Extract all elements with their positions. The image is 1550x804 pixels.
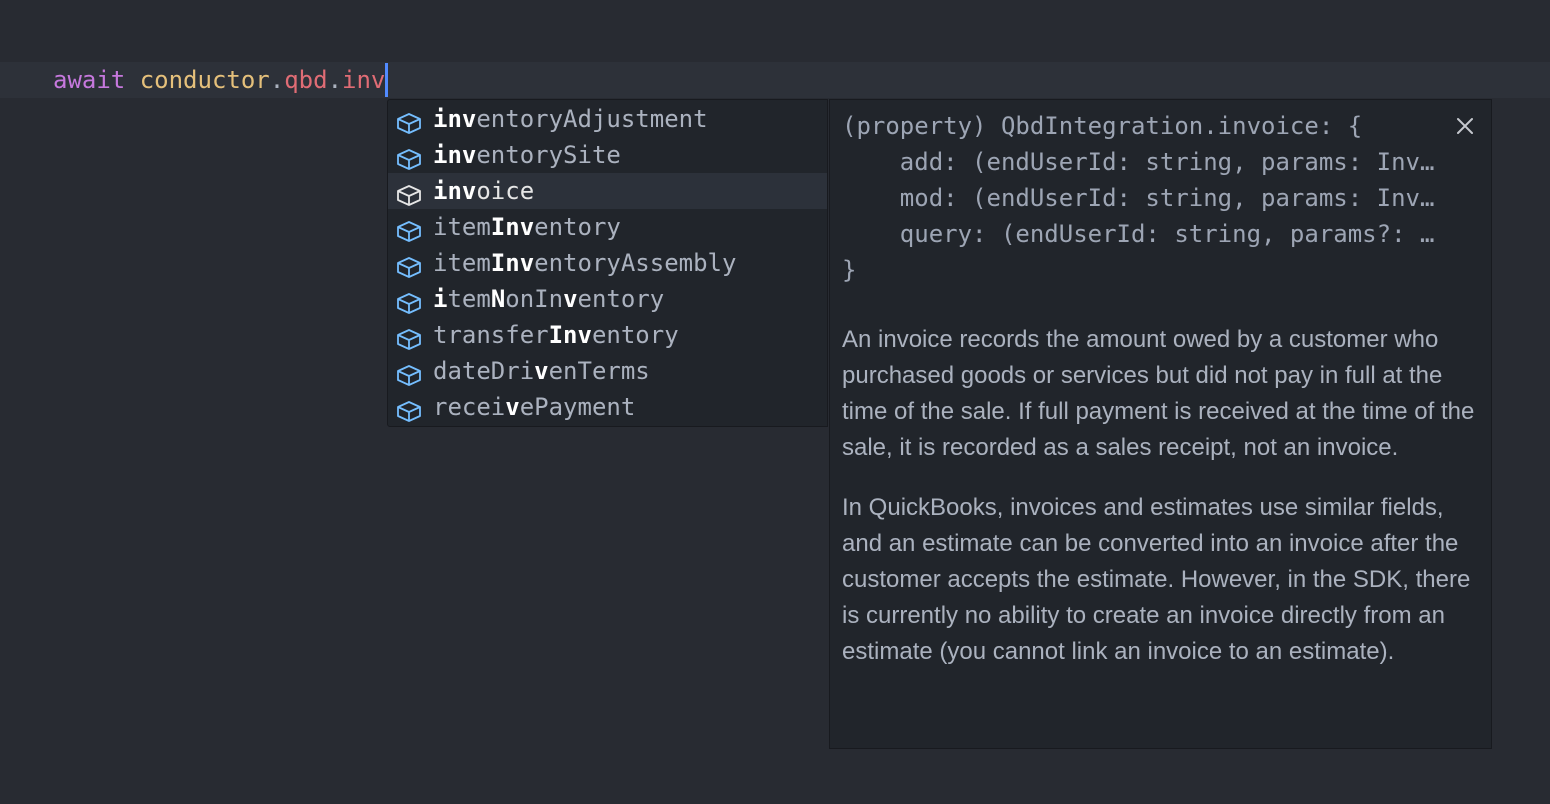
property-cube-icon bbox=[395, 288, 423, 314]
suggestion-label: itemNonInventory bbox=[433, 281, 664, 317]
suggestion-item[interactable]: itemInventoryAssembly bbox=[388, 245, 827, 281]
label-text: ePayment bbox=[519, 393, 636, 421]
keyword-token: await bbox=[53, 66, 126, 94]
label-text: entorySite bbox=[476, 141, 621, 169]
match-highlight: v bbox=[563, 285, 578, 313]
suggestion-item[interactable]: receivePayment bbox=[388, 389, 827, 425]
signature-line: add: (endUserId: string, params: Inv… bbox=[842, 148, 1435, 176]
suggestion-label: receivePayment bbox=[433, 389, 635, 425]
property-cube-icon bbox=[395, 216, 423, 242]
label-text: transfer bbox=[433, 321, 549, 349]
property-cube-icon bbox=[395, 324, 423, 350]
signature-line: (property) QbdIntegration.invoice: { bbox=[842, 112, 1363, 140]
close-icon[interactable] bbox=[1453, 114, 1477, 138]
dot-token: . bbox=[269, 66, 285, 94]
suggestion-label: inventoryAdjustment bbox=[433, 101, 708, 137]
label-text: item bbox=[433, 213, 491, 241]
property-cube-icon bbox=[395, 396, 423, 422]
match-highlight: inv bbox=[433, 141, 477, 169]
dot-token: . bbox=[327, 66, 343, 94]
match-highlight: N bbox=[490, 285, 506, 313]
suggestion-item[interactable]: transferInventory bbox=[388, 317, 827, 353]
suggestion-item[interactable]: dateDrivenTerms bbox=[388, 353, 827, 389]
code-line[interactable]: await conductor.qbd.inv bbox=[53, 62, 389, 98]
suggestion-item[interactable]: invoice bbox=[388, 173, 827, 209]
suggest-details-panel: (property) QbdIntegration.invoice: { add… bbox=[829, 99, 1492, 749]
label-text: item bbox=[433, 249, 491, 277]
suggestion-item[interactable]: itemInventory bbox=[388, 209, 827, 245]
suggestion-label: transferInventory bbox=[433, 317, 679, 353]
label-text: recei bbox=[433, 393, 506, 421]
signature-block: (property) QbdIntegration.invoice: { add… bbox=[842, 108, 1434, 288]
match-highlight: inv bbox=[433, 177, 477, 205]
label-text: entoryAdjustment bbox=[476, 105, 708, 133]
variable-token: conductor bbox=[139, 66, 270, 94]
property-cube-icon bbox=[395, 180, 423, 206]
doc-paragraph: In QuickBooks, invoices and estimates us… bbox=[842, 494, 1471, 665]
match-highlight: v bbox=[534, 357, 549, 385]
label-text: entory bbox=[577, 285, 665, 313]
property-cube-icon bbox=[395, 360, 423, 386]
label-text: tem bbox=[447, 285, 491, 313]
label-text: entory bbox=[591, 321, 679, 349]
signature-line: mod: (endUserId: string, params: Inv… bbox=[842, 184, 1435, 212]
signature-line: query: (endUserId: string, params?: … bbox=[842, 220, 1435, 248]
code-editor[interactable]: await conductor.qbd.inv inventoryAdjustm… bbox=[0, 0, 1550, 804]
suggestion-label: invoice bbox=[433, 173, 534, 209]
doc-paragraph: An invoice records the amount owed by a … bbox=[842, 326, 1475, 461]
property-cube-icon bbox=[395, 144, 423, 170]
match-highlight: Inv bbox=[548, 321, 592, 349]
suggestion-label: dateDrivenTerms bbox=[433, 353, 650, 389]
property-cube-icon bbox=[395, 252, 423, 278]
suggestion-label: itemInventory bbox=[433, 209, 621, 245]
label-text: entory bbox=[534, 213, 621, 241]
suggestion-item[interactable]: inventorySite bbox=[388, 137, 827, 173]
label-text: onIn bbox=[505, 285, 564, 313]
match-highlight: Inv bbox=[490, 249, 535, 277]
label-text: oice bbox=[476, 177, 535, 205]
typed-text: inv bbox=[342, 66, 386, 94]
match-highlight: i bbox=[433, 285, 448, 313]
match-highlight: v bbox=[505, 393, 520, 421]
property-cube-icon bbox=[395, 108, 423, 134]
label-text: enTerms bbox=[548, 357, 650, 385]
signature-line: } bbox=[842, 256, 857, 284]
match-highlight: inv bbox=[433, 105, 477, 133]
label-text: dateDri bbox=[433, 357, 535, 385]
text-cursor bbox=[385, 63, 389, 97]
suggestion-label: itemInventoryAssembly bbox=[433, 245, 736, 281]
suggestion-item[interactable]: inventoryAdjustment bbox=[388, 101, 827, 137]
suggestion-label: inventorySite bbox=[433, 137, 621, 173]
documentation-text: An invoice records the amount owed by a … bbox=[842, 322, 1482, 670]
label-text: entoryAssembly bbox=[534, 249, 737, 277]
suggest-widget[interactable]: inventoryAdjustment inventorySite invoice i… bbox=[387, 99, 828, 427]
match-highlight: Inv bbox=[490, 213, 535, 241]
suggestion-item[interactable]: itemNonInventory bbox=[388, 281, 827, 317]
property-token: qbd bbox=[284, 66, 328, 94]
